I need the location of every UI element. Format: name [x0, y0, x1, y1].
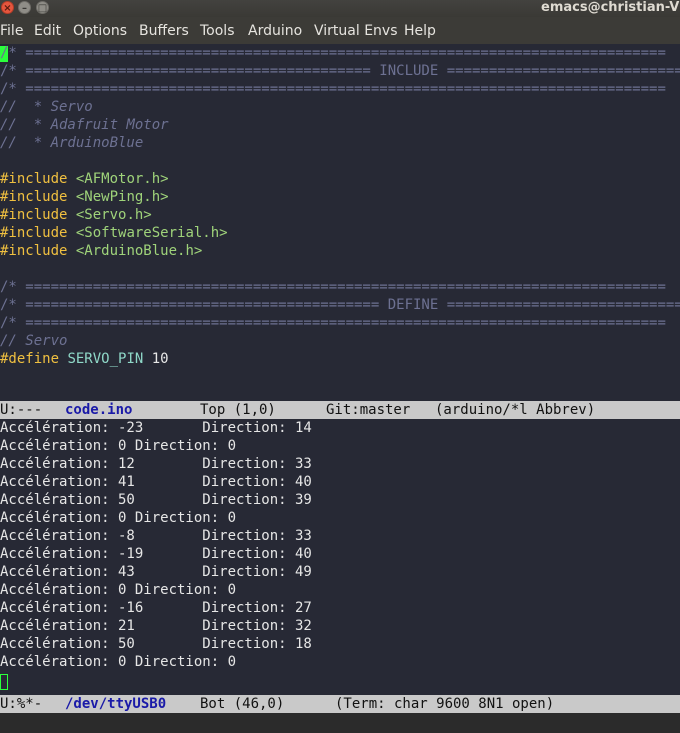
minibuffer[interactable]	[0, 713, 680, 733]
serial-output-line: Accélération: -8 Direction: 33	[0, 528, 312, 544]
macro-value: 10	[151, 351, 169, 367]
code-editor-pane[interactable]: /* =====================================…	[0, 44, 680, 401]
code-line: #define SERVO_PIN 10	[0, 350, 169, 368]
macro-name: SERVO_PIN	[67, 351, 144, 367]
code-line: /* =====================================…	[0, 296, 680, 314]
include-header: <NewPing.h>	[75, 189, 169, 205]
code-line: #include <Servo.h>	[0, 206, 152, 224]
preprocessor-directive: #include	[0, 243, 68, 259]
preprocessor-directive: #include	[0, 225, 68, 241]
cursor-position: Top (1,0)	[200, 402, 276, 418]
code-comment: /* =====================================…	[0, 63, 680, 79]
code-line: #include <NewPing.h>	[0, 188, 169, 206]
major-modes[interactable]: (arduino/*l Abbrev)	[435, 401, 595, 419]
include-header: <SoftwareSerial.h>	[75, 225, 228, 241]
preprocessor-directive: #include	[0, 171, 68, 187]
serial-terminal-pane[interactable]: Accélération: -23 Direction: 14 Accélérat…	[0, 419, 680, 695]
buffer-status: U:---	[0, 402, 43, 418]
code-comment: /* =====================================…	[0, 315, 666, 331]
code-comment: // * ArduinoBlue	[0, 135, 144, 151]
include-header: <ArduinoBlue.h>	[75, 243, 203, 259]
code-line: #include <AFMotor.h>	[0, 170, 169, 188]
title-bar: × – □ emacs@christian-Vi	[0, 0, 680, 17]
window-title: emacs@christian-Vi	[541, 0, 680, 15]
serial-output-line: Accélération: 0 Direction: 0	[0, 510, 237, 526]
buffer-name[interactable]: /dev/ttyUSB0	[65, 695, 166, 713]
code-line: // Servo	[0, 332, 67, 350]
serial-output-line: Accélération: 41 Direction: 40	[0, 474, 312, 490]
close-window-button[interactable]: ×	[1, 1, 14, 14]
maximize-window-button[interactable]: □	[36, 1, 49, 14]
serial-output-line: Accélération: 43 Direction: 49	[0, 564, 312, 580]
code-line: /* =====================================…	[0, 278, 666, 296]
serial-output-line: Accélération: 50 Direction: 18	[0, 636, 312, 652]
code-line: /* =====================================…	[0, 62, 680, 80]
serial-output-line: Accélération: 0 Direction: 0	[0, 654, 237, 670]
mode-line-terminal: U:%*- /dev/ttyUSB0 Bot (46,0) (Term: cha…	[0, 695, 680, 713]
code-line: /* =====================================…	[0, 44, 666, 62]
preprocessor-directive: #include	[0, 189, 68, 205]
serial-output-line: Accélération: 0 Direction: 0	[0, 582, 237, 598]
menu-file[interactable]: File	[0, 23, 23, 39]
code-comment: // * Servo	[0, 99, 93, 115]
serial-output-line: Accélération: 21 Direction: 32	[0, 618, 312, 634]
preprocessor-directive: #include	[0, 207, 68, 223]
major-modes[interactable]: (Term: char 9600 8N1 open)	[335, 695, 554, 713]
code-line: /* =====================================…	[0, 80, 666, 98]
code-line: // * Servo	[0, 98, 93, 116]
menu-bar: File Edit Options Buffers Tools Arduino …	[0, 17, 680, 44]
cursor-position: Bot (46,0)	[200, 696, 285, 712]
serial-output-line: Accélération: 0 Direction: 0	[0, 438, 237, 454]
include-header: <Servo.h>	[75, 207, 152, 223]
menu-arduino[interactable]: Arduino	[248, 23, 302, 39]
code-line: #include <ArduinoBlue.h>	[0, 242, 202, 260]
code-comment: // * Adafruit Motor	[0, 117, 169, 133]
menu-help[interactable]: Help	[404, 23, 436, 39]
menu-tools[interactable]: Tools	[200, 23, 235, 39]
menu-virtual-envs[interactable]: Virtual Envs	[314, 23, 398, 39]
serial-output-line: Accélération: 12 Direction: 33	[0, 456, 312, 472]
mode-line-code: U:--- code.ino Top (1,0) Git:master (ard…	[0, 401, 680, 419]
terminal-cursor	[0, 674, 8, 690]
preprocessor-directive: #define	[0, 351, 60, 367]
serial-output-line: Accélération: -19 Direction: 40	[0, 546, 312, 562]
code-line: // * ArduinoBlue	[0, 134, 143, 152]
serial-output-line: Accélération: -23 Direction: 14	[0, 420, 312, 436]
minimize-window-button[interactable]: –	[18, 1, 31, 14]
code-line: #include <SoftwareSerial.h>	[0, 224, 228, 242]
menu-buffers[interactable]: Buffers	[139, 23, 189, 39]
menu-options[interactable]: Options	[73, 23, 127, 39]
code-comment: /* =====================================…	[0, 297, 680, 313]
code-line: /* =====================================…	[0, 314, 666, 332]
serial-output-line: Accélération: 50 Direction: 39	[0, 492, 312, 508]
code-comment: // Servo	[0, 333, 68, 349]
menu-edit[interactable]: Edit	[34, 23, 61, 39]
buffer-status: U:%*-	[0, 696, 43, 712]
buffer-name[interactable]: code.ino	[65, 401, 132, 419]
code-comment: /* =====================================…	[0, 45, 666, 61]
include-header: <AFMotor.h>	[75, 171, 169, 187]
code-comment: /* =====================================…	[0, 81, 666, 97]
serial-output-line: Accélération: -16 Direction: 27	[0, 600, 312, 616]
vc-branch[interactable]: Git:master	[326, 401, 410, 419]
code-comment: /* =====================================…	[0, 279, 666, 295]
code-line: // * Adafruit Motor	[0, 116, 169, 134]
